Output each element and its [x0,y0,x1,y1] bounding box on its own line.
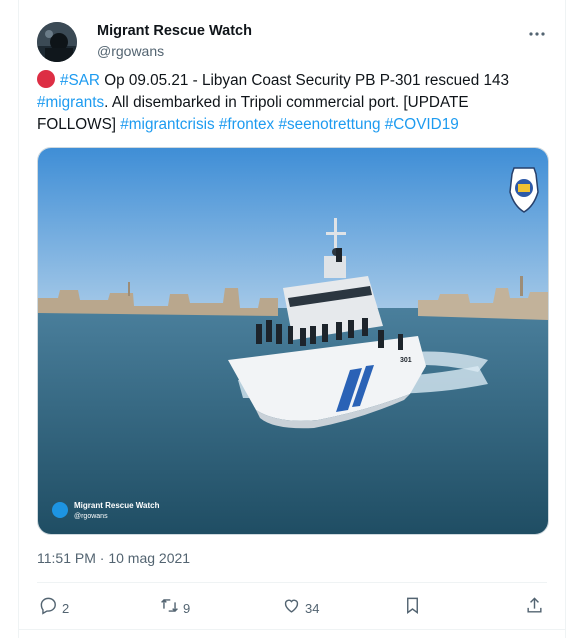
share-icon [525,596,544,620]
tweet-card: Migrant Rescue Watch @rgowans #SAR Op 09… [18,0,566,638]
retweet-count: 9 [183,600,191,616]
reply-button[interactable]: 2 [39,596,69,620]
watermark-name: Migrant Rescue Watch [74,501,160,510]
watermark-handle: @rgowans [74,513,108,520]
tweet-actions: 2 9 34 [37,596,547,620]
red-circle-icon [37,70,55,88]
avatar-image [37,22,77,62]
retweet-button[interactable]: 9 [160,596,190,620]
tweet-header: Migrant Rescue Watch @rgowans [37,20,551,62]
card-bottom-border [19,629,565,630]
retweet-icon [160,596,179,620]
hashtag-frontex[interactable]: #frontex [219,116,274,133]
tweet-timestamp[interactable]: 11:51 PM · 10 mag 2021 [37,550,190,566]
tweet-text-part-1: Op 09.05.21 - Libyan Coast Security PB P… [104,72,509,89]
hashtag-migrantcrisis[interactable]: #migrantcrisis [120,116,214,133]
hashtag-sar[interactable]: #SAR [60,72,100,89]
divider [37,582,547,583]
reply-icon [39,596,58,620]
bookmark-icon [403,596,422,620]
hashtag-seenotrettung[interactable]: #seenotrettung [278,116,380,133]
heart-icon [282,596,301,620]
vessel-number: 301 [400,357,412,364]
like-count: 34 [305,600,320,616]
reply-count: 2 [62,600,70,616]
hashtag-migrants[interactable]: #migrants [37,94,104,111]
avatar[interactable] [37,22,77,62]
hashtag-covid19[interactable]: #COVID19 [385,116,459,133]
author-name[interactable]: Migrant Rescue Watch [97,23,252,39]
share-button[interactable] [525,596,544,620]
like-button[interactable]: 34 [282,596,319,620]
tweet-text: #SAR Op 09.05.21 - Libyan Coast Security… [37,70,542,136]
tweet-media-photo[interactable]: Migrant Rescue Watch @rgowans 301 [37,147,549,535]
bookmark-button[interactable] [403,596,422,620]
author-handle[interactable]: @rgowans [97,43,164,59]
more-horizontal-icon[interactable] [525,24,549,44]
